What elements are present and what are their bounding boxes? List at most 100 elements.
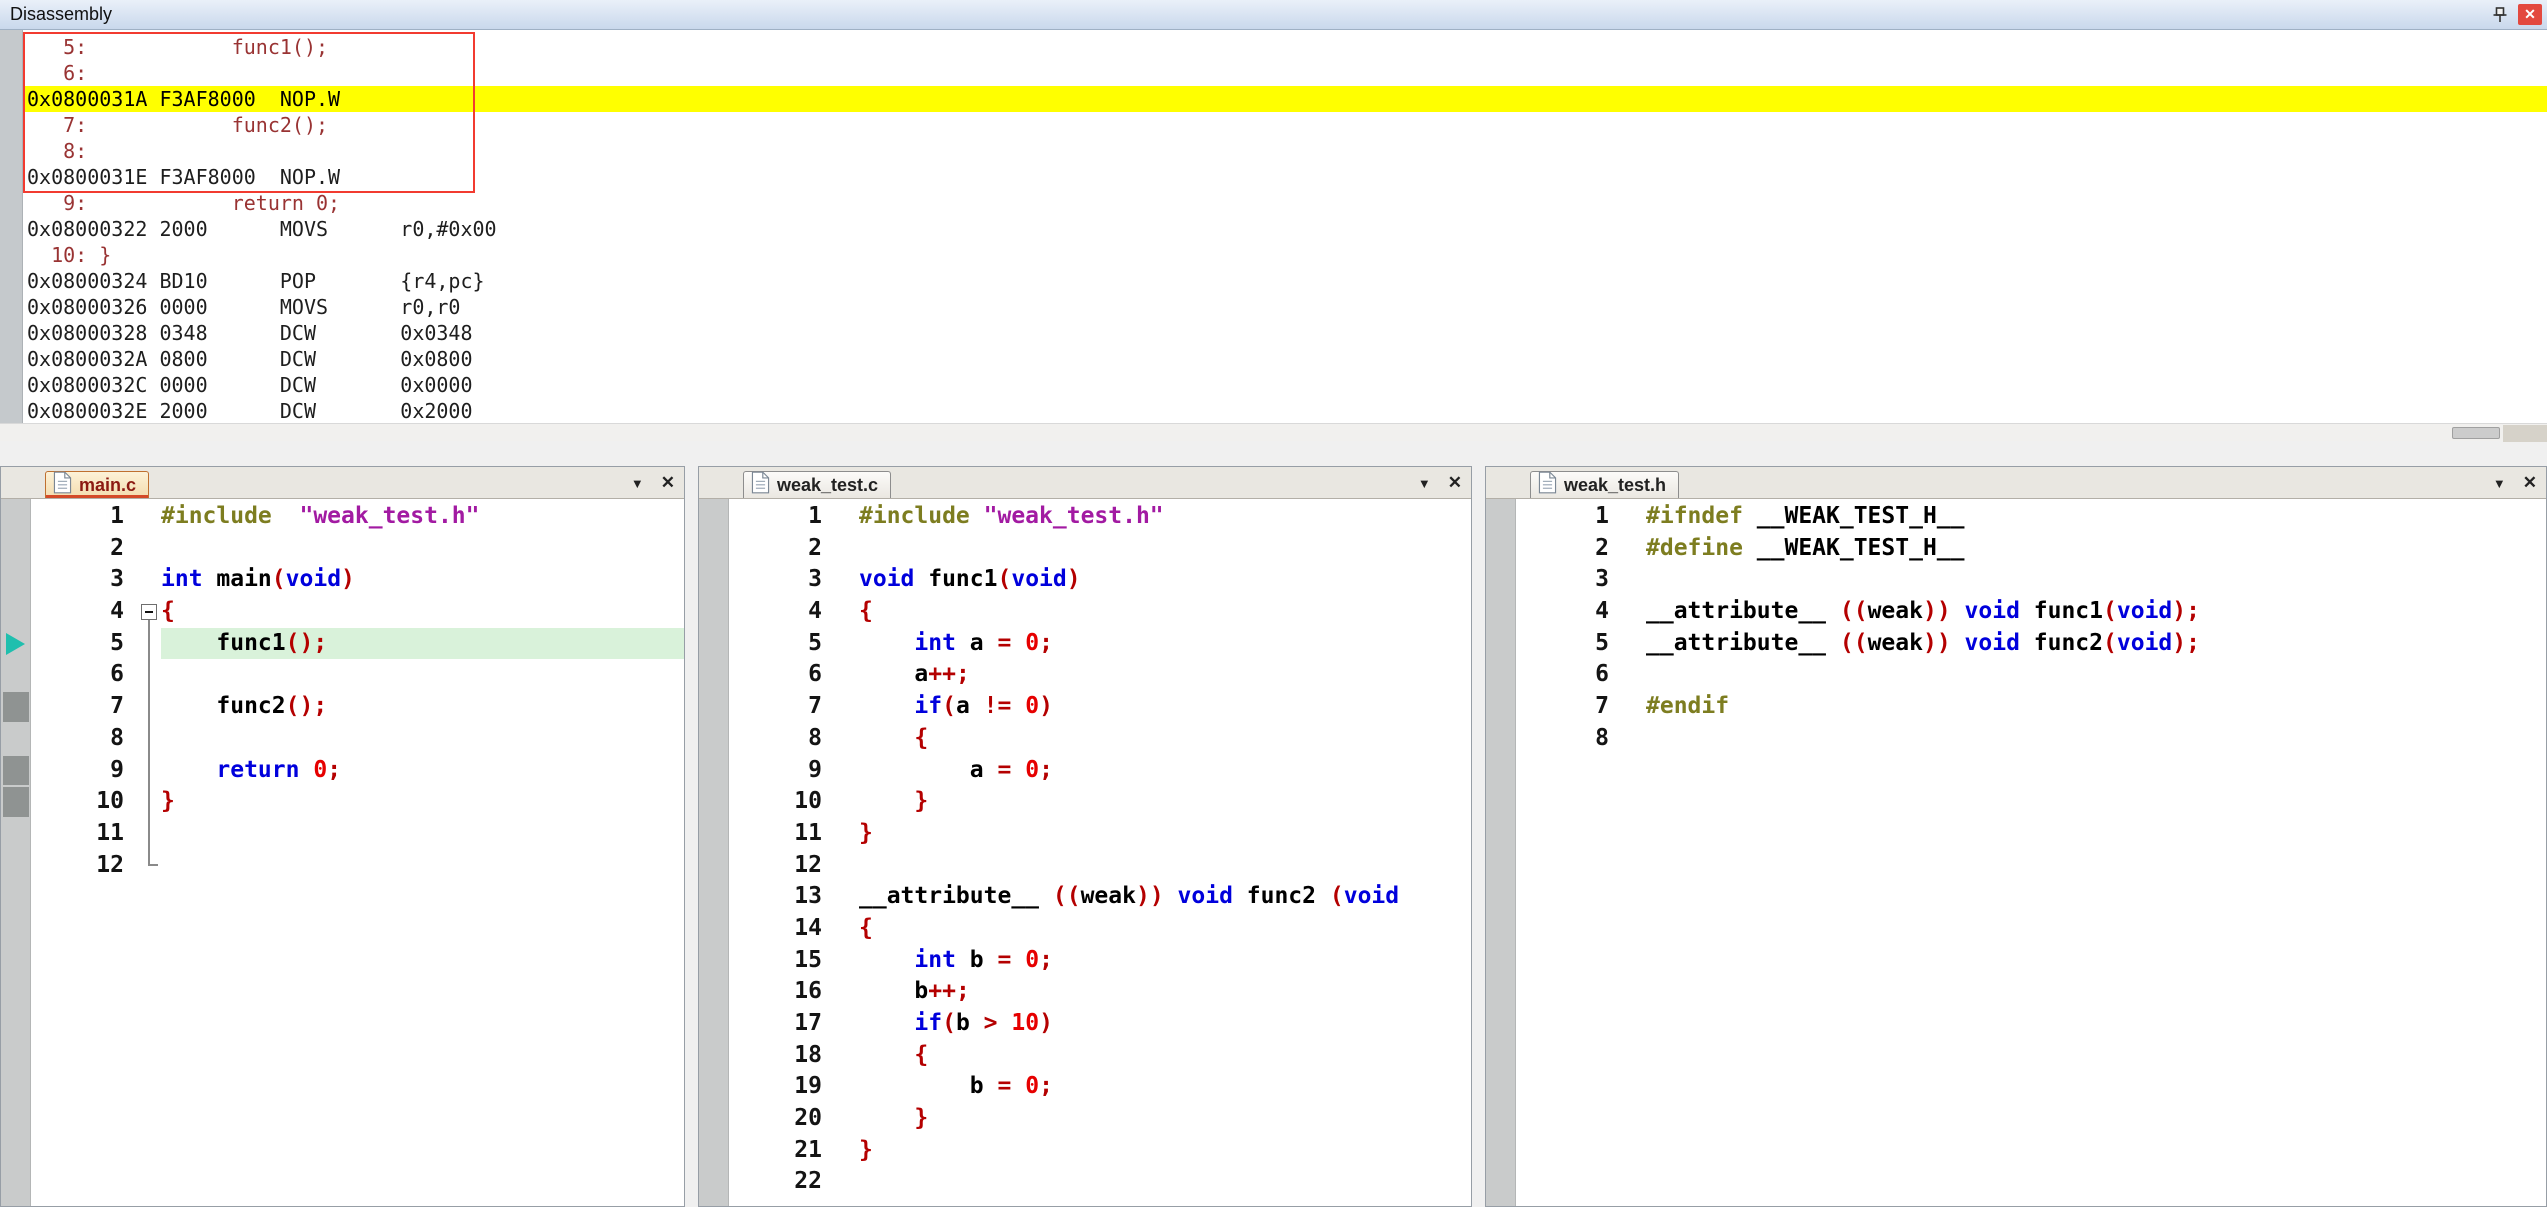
editor-surface[interactable]: 1#ifndef __WEAK_TEST_H__2#define __WEAK_… [1486,499,2546,1206]
code-text[interactable] [161,850,684,882]
close-icon[interactable]: ✕ [2523,473,2537,493]
code-text[interactable]: __attribute__ ((weak)) void func2(void); [1646,628,2546,660]
code-text[interactable]: void func1(void) [859,564,1471,596]
editor-surface[interactable]: 1#include "weak_test.h"23int main(void)4… [1,499,684,1206]
breakpoint-margin[interactable] [699,1008,729,1040]
chevron-down-icon[interactable]: ▼ [631,476,644,491]
close-icon[interactable]: ✕ [661,473,675,493]
code-text[interactable] [161,533,684,565]
code-text[interactable] [1646,723,2546,755]
code-text[interactable]: return 0; [161,755,684,787]
breakpoint-margin[interactable] [1,564,31,596]
breakpoint-margin[interactable] [699,755,729,787]
breakpoint-margin[interactable] [1,533,31,565]
breakpoint-margin[interactable] [699,691,729,723]
code-text[interactable]: { [859,1040,1471,1072]
code-text[interactable] [859,1166,1471,1198]
code-text[interactable]: int b = 0; [859,945,1471,977]
breakpoint-margin[interactable] [1486,533,1516,565]
code-text[interactable]: __attribute__ ((weak)) void func2 (void [859,881,1471,913]
code-text[interactable]: b = 0; [859,1071,1471,1103]
breakpoint-margin[interactable] [699,818,729,850]
code-text[interactable] [161,723,684,755]
code-text[interactable]: int main(void) [161,564,684,596]
breakpoint-margin[interactable] [699,501,729,533]
breakpoint-margin[interactable] [699,976,729,1008]
code-text[interactable]: if(b > 10) [859,1008,1471,1040]
editor-surface[interactable]: 1#include "weak_test.h"23void func1(void… [699,499,1471,1206]
breakpoint-margin[interactable] [1486,723,1516,755]
code-text[interactable]: } [859,786,1471,818]
code-text[interactable]: } [859,1135,1471,1167]
code-text[interactable]: #include "weak_test.h" [161,501,684,533]
breakpoint-margin[interactable] [699,1135,729,1167]
code-text[interactable] [161,818,684,850]
breakpoint-margin[interactable] [1,596,31,628]
disassembly-gutter[interactable] [0,30,23,423]
disassembly-code[interactable]: 5: func1(); 6:0x0800031A F3AF8000 NOP.W … [24,34,2547,423]
code-text[interactable]: { [161,596,684,628]
breakpoint-margin[interactable] [1,818,31,850]
breakpoint-margin[interactable] [1486,691,1516,723]
vertical-splitter[interactable] [685,466,698,1207]
tab-main-c[interactable]: main.c [45,471,149,498]
vertical-splitter[interactable] [1472,466,1485,1207]
code-text[interactable]: a++; [859,659,1471,691]
code-text[interactable]: { [859,723,1471,755]
code-text[interactable] [161,659,684,691]
code-text[interactable]: a = 0; [859,755,1471,787]
code-text[interactable]: func1(); [161,628,684,660]
breakpoint-margin[interactable] [699,786,729,818]
code-text[interactable]: #define __WEAK_TEST_H__ [1646,533,2546,565]
close-button[interactable]: ✕ [2518,4,2542,25]
breakpoint-margin[interactable] [699,850,729,882]
hscrollbar-thumb[interactable] [2452,427,2500,439]
breakpoint-margin[interactable] [1,691,31,723]
code-text[interactable]: } [161,786,684,818]
breakpoint-margin[interactable] [1,659,31,691]
code-text[interactable]: #ifndef __WEAK_TEST_H__ [1646,501,2546,533]
code-text[interactable]: } [859,818,1471,850]
breakpoint-margin[interactable] [699,596,729,628]
breakpoint-margin[interactable] [699,533,729,565]
breakpoint-margin[interactable] [1486,501,1516,533]
breakpoint-margin[interactable] [699,1166,729,1198]
breakpoint-margin[interactable] [1,723,31,755]
code-text[interactable]: #include "weak_test.h" [859,501,1471,533]
breakpoint-margin[interactable] [699,881,729,913]
breakpoint-margin[interactable] [1486,659,1516,691]
breakpoint-margin[interactable] [1486,596,1516,628]
code-text[interactable]: b++; [859,976,1471,1008]
breakpoint-margin[interactable] [1,628,31,660]
code-text[interactable]: int a = 0; [859,628,1471,660]
breakpoint-margin[interactable] [699,1071,729,1103]
code-text[interactable] [1646,659,2546,691]
breakpoint-margin[interactable] [1,850,31,882]
breakpoint-margin[interactable] [1486,564,1516,596]
code-text[interactable]: { [859,596,1471,628]
breakpoint-margin[interactable] [1,501,31,533]
code-text[interactable]: } [859,1103,1471,1135]
code-text[interactable]: { [859,913,1471,945]
close-icon[interactable]: ✕ [1448,473,1462,493]
breakpoint-margin[interactable] [1486,628,1516,660]
breakpoint-margin[interactable] [1,755,31,787]
breakpoint-margin[interactable] [699,659,729,691]
code-text[interactable] [859,533,1471,565]
code-text[interactable]: if(a != 0) [859,691,1471,723]
chevron-down-icon[interactable]: ▼ [2493,476,2506,491]
code-text[interactable] [1646,564,2546,596]
fold-collapse-box[interactable] [141,604,157,620]
horizontal-splitter[interactable] [0,441,2547,466]
breakpoint-margin[interactable] [699,1103,729,1135]
tab-weak-test-h[interactable]: weak_test.h [1530,471,1679,498]
breakpoint-margin[interactable] [699,1040,729,1072]
breakpoint-margin[interactable] [699,913,729,945]
breakpoint-margin[interactable] [699,564,729,596]
breakpoint-margin[interactable] [1,786,31,818]
code-text[interactable]: __attribute__ ((weak)) void func1(void); [1646,596,2546,628]
chevron-down-icon[interactable]: ▼ [1418,476,1431,491]
disassembly-hscrollbar[interactable] [0,423,2547,441]
breakpoint-margin[interactable] [699,945,729,977]
pin-icon[interactable] [2488,4,2512,26]
